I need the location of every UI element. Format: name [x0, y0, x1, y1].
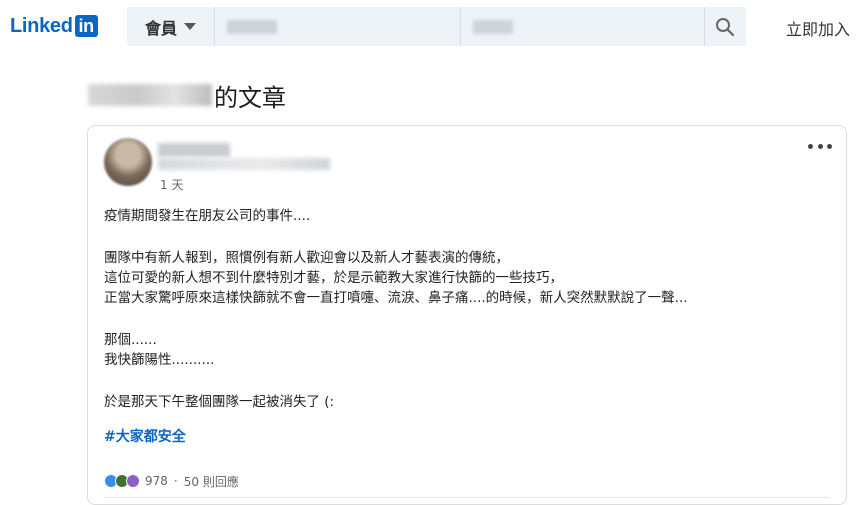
join-now-link[interactable]: 立即加入 [786, 16, 850, 40]
post-line: 這位可愛的新人想不到什麼特別才藝，於是示範教大家進行快篩的一些技巧， [104, 270, 563, 286]
post-line: 疫情期間發生在朋友公司的事件.... [104, 208, 311, 224]
first-name-field[interactable] [215, 7, 461, 46]
hashtag-link[interactable]: #大家都安全 [104, 426, 186, 446]
member-dropdown[interactable]: 會員 [127, 7, 215, 46]
caret-down-icon [184, 23, 196, 30]
avatar[interactable] [104, 138, 152, 186]
post-card: 1 天 疫情期間發生在朋友公司的事件.... 團隊中有新人報到，照慣例有新人歡迎… [87, 125, 847, 505]
divider [104, 497, 830, 498]
top-nav: Linked in 會員 立即加入 [0, 0, 856, 52]
comments-count[interactable]: 50 則回應 [184, 473, 239, 490]
redacted-author-headline [158, 158, 330, 170]
logo-text: Linked [10, 14, 73, 37]
member-dropdown-label: 會員 [144, 18, 177, 38]
last-name-field[interactable] [461, 7, 705, 46]
search-bar: 會員 [127, 7, 746, 46]
post-line: 於是那天下午整個團隊一起被消失了 (: [104, 394, 335, 410]
page-title-suffix: 的文章 [214, 83, 286, 112]
page-title: 的文章 [88, 80, 286, 112]
post-line: 我快篩陽性.......... [104, 352, 215, 368]
linkedin-logo[interactable]: Linked in [10, 14, 98, 38]
reaction-count[interactable]: 978 [145, 474, 168, 488]
social-counts: 978 · 50 則回應 [104, 472, 239, 490]
more-options-icon[interactable] [808, 138, 832, 154]
post-line: 團隊中有新人報到，照慣例有新人歡迎會以及新人才藝表演的傳統， [104, 250, 509, 266]
redacted-text [473, 19, 513, 34]
search-button[interactable] [705, 7, 745, 46]
separator: · [173, 474, 178, 488]
post-timestamp: 1 天 [160, 178, 184, 192]
post-line: 那個...... [104, 332, 157, 348]
logo-in-box: in [74, 15, 98, 37]
search-icon [716, 17, 735, 36]
redacted-author-name[interactable] [158, 143, 230, 157]
redacted-author-name [88, 84, 212, 106]
post-line: 正當大家驚呼原來這樣快篩就不會一直打噴嚏、流淚、鼻子痛....的時候，新人突然默… [104, 290, 688, 306]
redacted-text [227, 19, 277, 34]
post-body: 疫情期間發生在朋友公司的事件.... 團隊中有新人報到，照慣例有新人歡迎會以及新… [104, 206, 824, 412]
love-reaction-icon [126, 474, 140, 488]
